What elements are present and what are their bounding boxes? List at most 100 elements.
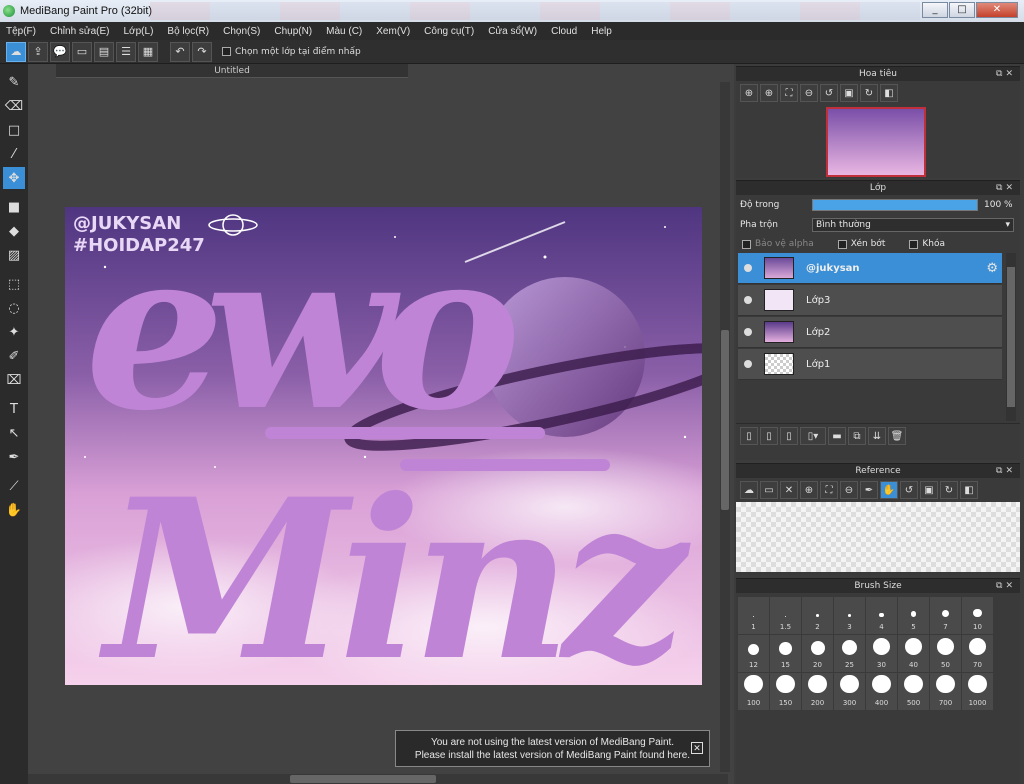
- brush-size-cell[interactable]: 50: [930, 635, 961, 672]
- canvas-area[interactable]: Untitled @JUKYSAN #HOIDAP247 ewo Minz: [28, 64, 734, 784]
- layer-visibility-icon[interactable]: [744, 360, 752, 368]
- zoom-out-icon[interactable]: ⊖: [800, 84, 818, 102]
- panel-float-close-icon[interactable]: ⧉✕: [996, 181, 1016, 195]
- duplicate-layer-icon[interactable]: ⧉: [848, 427, 866, 445]
- close-button[interactable]: ✕: [976, 2, 1018, 18]
- move-tool-icon[interactable]: ✥: [3, 167, 25, 189]
- flip-icon[interactable]: ◧: [960, 481, 978, 499]
- gradient-tool-icon[interactable]: ▨: [3, 244, 25, 266]
- line-tool-icon[interactable]: ⁄: [3, 143, 25, 165]
- cloud-open-icon[interactable]: ☁: [740, 481, 758, 499]
- brush-size-cell[interactable]: 15: [770, 635, 801, 672]
- list-icon[interactable]: ☰: [116, 41, 136, 62]
- bucket-tool-icon[interactable]: ◆: [3, 220, 25, 242]
- brush-size-cell[interactable]: 5: [898, 597, 929, 634]
- fill-rect-tool-icon[interactable]: ■: [3, 196, 25, 218]
- flip-icon[interactable]: ◧: [880, 84, 898, 102]
- rotate-right-icon[interactable]: ↻: [940, 481, 958, 499]
- menu-filter[interactable]: Bộ lọc(R): [167, 26, 209, 37]
- menu-window[interactable]: Cửa sổ(W): [488, 26, 537, 37]
- brush-size-cell[interactable]: 4: [866, 597, 897, 634]
- brush-size-cell[interactable]: 30: [866, 635, 897, 672]
- new-8bit-layer-icon[interactable]: ▯: [780, 427, 798, 445]
- gear-icon[interactable]: ⚙: [986, 261, 998, 276]
- maximize-button[interactable]: □: [949, 2, 975, 18]
- brush-size-cell[interactable]: 400: [866, 673, 897, 710]
- hand-icon[interactable]: ✋: [880, 481, 898, 499]
- layer-visibility-icon[interactable]: [744, 296, 752, 304]
- menu-tools[interactable]: Công cụ(T): [424, 26, 474, 37]
- reset-view-icon[interactable]: ▣: [840, 84, 858, 102]
- lock-checkbox[interactable]: [909, 239, 919, 249]
- magic-wand-tool-icon[interactable]: ✦: [3, 321, 25, 343]
- comment-icon[interactable]: 💬: [50, 41, 70, 62]
- brush-size-cell[interactable]: 70: [962, 635, 993, 672]
- undo-icon[interactable]: ↶: [170, 41, 190, 62]
- eyedropper-icon[interactable]: ✒: [860, 481, 878, 499]
- eyedropper-tool-icon[interactable]: ⟋: [3, 475, 25, 497]
- brush-size-cell[interactable]: 10: [962, 597, 993, 634]
- notice-close-icon[interactable]: ✕: [691, 742, 703, 754]
- layer-row[interactable]: Lớp3: [738, 285, 1002, 316]
- clipping-checkbox[interactable]: [837, 239, 847, 249]
- canvas-horizontal-scrollbar[interactable]: [28, 774, 728, 784]
- layer-visibility-icon[interactable]: [744, 328, 752, 336]
- rectangle-tool-icon[interactable]: □: [3, 119, 25, 141]
- update-notice[interactable]: You are not using the latest version of …: [395, 730, 710, 767]
- select-pen-tool-icon[interactable]: ✐: [3, 345, 25, 367]
- brush-size-cell[interactable]: 12: [738, 635, 769, 672]
- panel-float-close-icon[interactable]: ⧉✕: [996, 579, 1016, 593]
- layer-list-scrollbar[interactable]: [1006, 253, 1016, 421]
- brush-size-cell[interactable]: 1000: [962, 673, 993, 710]
- text-tool-icon[interactable]: T: [3, 398, 25, 420]
- panel-float-close-icon[interactable]: ⧉✕: [996, 464, 1016, 478]
- navigator-preview[interactable]: [826, 107, 926, 177]
- menu-view[interactable]: Xem(V): [376, 26, 410, 37]
- menu-edit[interactable]: Chỉnh sửa(E): [50, 26, 110, 37]
- brush-tool-icon[interactable]: ✎: [3, 71, 25, 93]
- eraser-tool-icon[interactable]: ⌫: [3, 95, 25, 117]
- layer-row[interactable]: @jukysan ⚙: [738, 253, 1002, 284]
- menu-color[interactable]: Màu (C): [326, 26, 362, 37]
- brush-size-cell[interactable]: 200: [802, 673, 833, 710]
- layer-visibility-icon[interactable]: [744, 264, 752, 272]
- redo-icon[interactable]: ↷: [192, 41, 212, 62]
- brush-size-cell[interactable]: 500: [898, 673, 929, 710]
- artwork-canvas[interactable]: @JUKYSAN #HOIDAP247 ewo Minz: [65, 207, 702, 685]
- brush-size-cell[interactable]: 300: [834, 673, 865, 710]
- brush-size-cell[interactable]: 2: [802, 597, 833, 634]
- new-layer-icon[interactable]: ▯: [740, 427, 758, 445]
- zoom-in-icon[interactable]: ⊕: [760, 84, 778, 102]
- select-layer-at-click[interactable]: Chọn một lớp tại điểm nhấp: [222, 47, 361, 57]
- brush-size-cell[interactable]: 1: [738, 597, 769, 634]
- select-rect-tool-icon[interactable]: ⬚: [3, 273, 25, 295]
- cloud-icon[interactable]: ☁: [6, 41, 26, 62]
- new-halftone-layer-icon[interactable]: ▯: [760, 427, 778, 445]
- dropper-tool-icon[interactable]: ✒: [3, 446, 25, 468]
- menu-cloud[interactable]: Cloud: [551, 26, 577, 37]
- layer-row[interactable]: Lớp2: [738, 317, 1002, 348]
- brush-size-cell[interactable]: 700: [930, 673, 961, 710]
- brush-size-cell[interactable]: 150: [770, 673, 801, 710]
- close-reference-icon[interactable]: ✕: [780, 481, 798, 499]
- minimize-button[interactable]: _: [922, 2, 948, 18]
- page-icon[interactable]: ▤: [94, 41, 114, 62]
- fit-icon[interactable]: ⛶: [780, 84, 798, 102]
- zoom-out-icon[interactable]: ⊖: [840, 481, 858, 499]
- rotate-right-icon[interactable]: ↻: [860, 84, 878, 102]
- zoom-in-icon[interactable]: ⊕: [800, 481, 818, 499]
- delete-layer-icon[interactable]: 🗑: [888, 427, 906, 445]
- rotate-left-icon[interactable]: ↺: [820, 84, 838, 102]
- menu-file[interactable]: Tệp(F): [6, 26, 36, 37]
- protect-alpha-checkbox[interactable]: [742, 239, 751, 249]
- reference-canvas[interactable]: [736, 502, 1020, 572]
- fit-icon[interactable]: ⛶: [820, 481, 838, 499]
- opacity-slider[interactable]: [812, 199, 978, 211]
- lasso-tool-icon[interactable]: ◌: [3, 297, 25, 319]
- document-tab[interactable]: Untitled: [56, 64, 408, 78]
- layer-row[interactable]: Lớp1: [738, 349, 1002, 380]
- menu-select[interactable]: Chọn(S): [223, 26, 260, 37]
- operation-tool-icon[interactable]: ↖: [3, 422, 25, 444]
- brush-size-cell[interactable]: 1.5: [770, 597, 801, 634]
- share-icon[interactable]: ⇪: [28, 41, 48, 62]
